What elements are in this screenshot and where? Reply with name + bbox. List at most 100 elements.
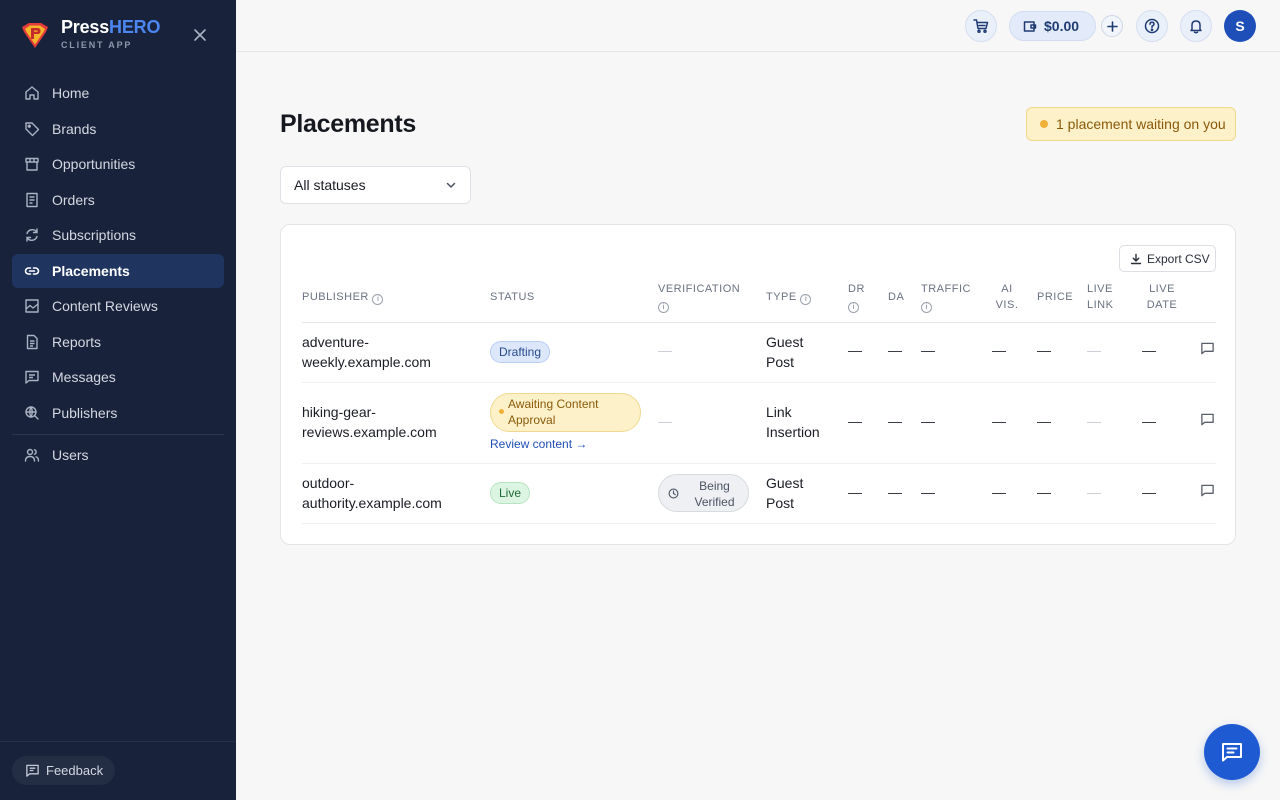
- publisher-domain[interactable]: hiking-gear-reviews.example.com: [302, 402, 437, 442]
- waiting-placements-badge[interactable]: 1 placement waiting on you: [1026, 107, 1236, 141]
- page-title: Placements: [280, 110, 416, 138]
- cart-button[interactable]: [965, 10, 997, 42]
- sidebar: PressHERO CLIENT APP Home Brands Opportu…: [0, 0, 236, 800]
- sidebar-item-home[interactable]: Home: [12, 76, 224, 110]
- da-value: —: [888, 413, 902, 429]
- sidebar-item-label: Subscriptions: [52, 227, 137, 243]
- status-badge: Drafting: [490, 341, 551, 363]
- status-dot-icon: [1040, 120, 1048, 128]
- message-icon: [25, 370, 39, 384]
- store-icon: [25, 157, 39, 171]
- column-header-verification[interactable]: VERIFICATION i: [658, 281, 740, 313]
- sidebar-item-reports[interactable]: Reports: [12, 325, 224, 359]
- plus-icon: [1106, 20, 1118, 32]
- sidebar-item-subscriptions[interactable]: Subscriptions: [12, 218, 224, 252]
- live-date-value: —: [1142, 413, 1156, 429]
- verification-value: —: [658, 413, 672, 429]
- download-icon: [1130, 253, 1142, 264]
- comment-icon[interactable]: [1200, 412, 1215, 427]
- cart-icon: [973, 19, 989, 34]
- status-badge: Live: [490, 482, 531, 504]
- sidebar-item-label: Content Reviews: [52, 298, 158, 314]
- topbar: $0.00 S: [236, 0, 1280, 52]
- sidebar-item-brands[interactable]: Brands: [12, 112, 224, 146]
- table-header-divider: [302, 322, 1216, 323]
- export-csv-label: Export CSV: [1147, 251, 1210, 266]
- dr-value: —: [848, 342, 862, 358]
- sidebar-item-label: Messages: [52, 369, 116, 385]
- feedback-button[interactable]: Feedback: [12, 756, 116, 785]
- link-icon: [24, 266, 40, 275]
- live-date-value: —: [1142, 342, 1156, 358]
- comment-icon[interactable]: [1200, 341, 1215, 356]
- column-header-da[interactable]: DA: [888, 289, 904, 305]
- wallet-balance-button[interactable]: $0.00: [1009, 11, 1096, 41]
- status-badge: Awaiting Content Approval: [490, 393, 641, 432]
- status-filter-value: All statuses: [294, 177, 366, 193]
- row-divider: [302, 463, 1216, 464]
- info-icon[interactable]: i: [372, 294, 384, 305]
- column-header-dr[interactable]: DR i: [848, 281, 865, 313]
- feedback-label: Feedback: [46, 763, 104, 778]
- column-header-price[interactable]: PRICE: [1037, 289, 1073, 305]
- placements-table-card: Export CSV PUBLISHER i STATUS VERIFICATI…: [280, 224, 1236, 545]
- sidebar-item-content-reviews[interactable]: Content Reviews: [12, 289, 224, 323]
- sidebar-item-orders[interactable]: Orders: [12, 183, 224, 217]
- comment-icon[interactable]: [1200, 483, 1215, 498]
- sidebar-item-messages[interactable]: Messages: [12, 360, 224, 394]
- ai-visibility-value: —: [992, 484, 1006, 500]
- tag-icon: [25, 121, 40, 136]
- publisher-domain[interactable]: outdoor-authority.example.com: [302, 473, 442, 513]
- info-icon[interactable]: i: [921, 302, 932, 313]
- sidebar-item-users[interactable]: Users: [12, 438, 224, 472]
- placement-type: Guest Post: [766, 475, 804, 511]
- refresh-icon: [26, 228, 38, 242]
- status-filter-select[interactable]: All statuses: [280, 166, 471, 204]
- column-header-ai-visibility[interactable]: AI VIS.: [992, 281, 1022, 313]
- price-value: —: [1037, 413, 1051, 429]
- live-date-value: —: [1142, 484, 1156, 500]
- sidebar-item-placements[interactable]: Placements: [12, 253, 224, 288]
- row-divider: [302, 382, 1216, 383]
- publisher-domain[interactable]: adventure-weekly.example.com: [302, 332, 431, 372]
- placement-type: Link Insertion: [766, 404, 820, 440]
- traffic-value: —: [921, 484, 935, 500]
- info-icon[interactable]: i: [658, 302, 669, 313]
- sidebar-item-opportunities[interactable]: Opportunities: [12, 147, 224, 181]
- sidebar-nav: Home Brands Opportunities Orders Subscri…: [12, 76, 224, 473]
- sidebar-item-label: Home: [52, 85, 90, 101]
- document-icon: [26, 334, 38, 349]
- review-content-link[interactable]: Review content →: [490, 437, 587, 451]
- chat-support-button[interactable]: [1204, 724, 1260, 780]
- column-header-live-link[interactable]: LIVE LINK: [1087, 281, 1113, 313]
- live-link-value: —: [1087, 413, 1101, 429]
- help-button[interactable]: [1136, 10, 1168, 42]
- sidebar-item-label: Reports: [52, 333, 102, 350]
- sidebar-item-publishers[interactable]: Publishers: [12, 396, 224, 430]
- user-avatar[interactable]: S: [1224, 10, 1256, 42]
- export-csv-button[interactable]: Export CSV: [1119, 245, 1216, 272]
- column-header-traffic[interactable]: TRAFFIC i: [921, 281, 971, 313]
- column-header-publisher[interactable]: PUBLISHER i: [302, 289, 384, 305]
- notifications-button[interactable]: [1180, 10, 1212, 42]
- da-value: —: [888, 484, 902, 500]
- status-dot-icon: [499, 409, 504, 414]
- column-header-live-date[interactable]: LIVE DATE: [1145, 281, 1179, 313]
- waiting-placements-label: 1 placement waiting on you: [1056, 116, 1226, 132]
- traffic-value: —: [921, 342, 935, 358]
- price-value: —: [1037, 342, 1051, 358]
- sidebar-item-label: Placements: [52, 262, 130, 279]
- column-header-status[interactable]: STATUS: [490, 289, 535, 305]
- brand-subtitle: CLIENT APP: [61, 40, 133, 50]
- sidebar-item-label: Users: [52, 446, 89, 463]
- column-header-type[interactable]: TYPE i: [766, 289, 812, 305]
- help-icon: [1144, 18, 1160, 34]
- brand-name: PressHERO: [61, 17, 161, 37]
- chevron-down-icon: [446, 182, 456, 188]
- close-sidebar-icon[interactable]: [190, 25, 210, 45]
- info-icon[interactable]: i: [848, 302, 859, 313]
- add-funds-button[interactable]: [1101, 15, 1123, 37]
- sidebar-item-label: Orders: [52, 191, 95, 208]
- chat-icon: [1222, 743, 1242, 762]
- info-icon[interactable]: i: [800, 294, 812, 305]
